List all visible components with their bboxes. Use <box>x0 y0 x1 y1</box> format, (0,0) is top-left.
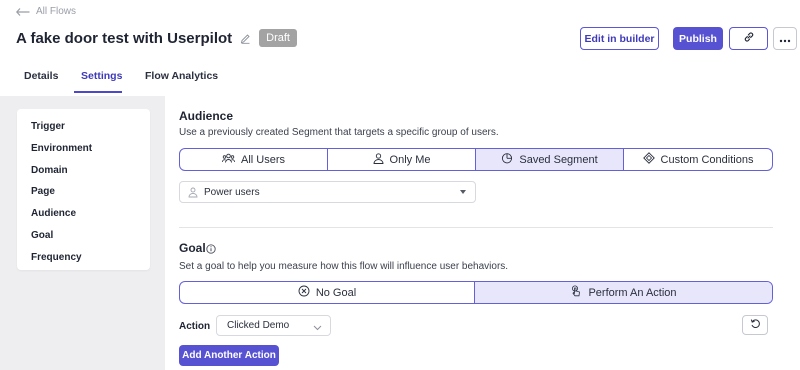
audience-heading: Audience <box>179 109 234 123</box>
goal-option-perform-action[interactable]: Perform An Action <box>475 282 772 303</box>
user-icon <box>188 187 198 201</box>
arrow-left-icon <box>16 7 30 16</box>
sidebar-item-trigger[interactable]: Trigger <box>31 121 65 132</box>
sidebar-item-environment[interactable]: Environment <box>31 143 92 154</box>
goal-selector: No Goal Perform An Action <box>179 281 773 304</box>
user-icon <box>373 152 384 167</box>
publish-button[interactable]: Publish <box>673 27 723 50</box>
diamond-icon <box>642 152 655 167</box>
goal-option-label: No Goal <box>315 286 357 299</box>
refresh-icon <box>750 318 761 332</box>
audience-selector: All Users Only Me Saved Segment Custom C… <box>179 148 773 171</box>
goal-option-no-goal[interactable]: No Goal <box>180 282 475 303</box>
title-row: A fake door test with Userpilot Draft <box>16 29 297 47</box>
tab-bar: Details Settings Flow Analytics <box>0 62 800 96</box>
settings-content: Trigger Environment Domain Page Audience… <box>0 96 800 370</box>
sidebar-item-audience[interactable]: Audience <box>31 208 76 219</box>
tab-settings[interactable]: Settings <box>81 70 122 82</box>
x-circle-icon <box>298 285 310 300</box>
info-icon[interactable] <box>206 243 216 257</box>
tab-flow-analytics[interactable]: Flow Analytics <box>145 70 218 82</box>
more-dots-icon <box>779 32 791 46</box>
audience-option-label: Only Me <box>389 153 431 166</box>
page-header: All Flows A fake door test with Userpilo… <box>0 0 800 96</box>
sidebar-item-goal[interactable]: Goal <box>31 230 53 241</box>
tab-details[interactable]: Details <box>24 70 58 82</box>
settings-sidebar: Trigger Environment Domain Page Audience… <box>17 109 150 270</box>
pencil-icon[interactable] <box>240 33 251 44</box>
chevron-down-icon <box>313 321 322 335</box>
action-label: Action <box>179 321 211 332</box>
audience-option-all-users[interactable]: All Users <box>180 149 328 170</box>
edit-in-builder-button[interactable]: Edit in builder <box>580 27 659 50</box>
status-badge: Draft <box>259 29 297 47</box>
add-another-action-button[interactable]: Add Another Action <box>179 345 279 366</box>
goal-option-label: Perform An Action <box>588 286 677 299</box>
back-link[interactable]: All Flows <box>16 6 76 17</box>
audience-option-saved-segment[interactable]: Saved Segment <box>476 149 624 170</box>
page-title: A fake door test with Userpilot <box>16 29 233 47</box>
pointer-icon <box>570 285 582 300</box>
action-select[interactable]: Clicked Demo <box>216 315 331 336</box>
segment-select-value: Power users <box>204 186 260 198</box>
section-divider <box>179 227 773 228</box>
active-tab-indicator <box>74 91 122 93</box>
copy-link-button[interactable] <box>729 27 768 50</box>
reset-action-button[interactable] <box>742 315 768 335</box>
action-select-value: Clicked Demo <box>227 320 290 331</box>
back-link-label: All Flows <box>36 6 77 17</box>
link-icon <box>743 31 755 46</box>
goal-heading: Goal <box>179 241 206 255</box>
more-options-button[interactable] <box>773 27 797 50</box>
settings-panel: Audience Use a previously created Segmen… <box>165 96 800 370</box>
audience-option-label: Custom Conditions <box>660 153 754 166</box>
audience-option-label: All Users <box>240 153 285 166</box>
segment-select[interactable]: Power users <box>179 181 476 203</box>
goal-description: Set a goal to help you measure how this … <box>179 261 509 272</box>
sidebar-item-frequency[interactable]: Frequency <box>31 252 82 263</box>
sidebar-item-domain[interactable]: Domain <box>31 165 68 176</box>
audience-description: Use a previously created Segment that ta… <box>179 127 499 138</box>
pie-chart-icon <box>501 152 513 167</box>
audience-option-custom-conditions[interactable]: Custom Conditions <box>624 149 772 170</box>
caret-down-icon <box>460 190 466 194</box>
audience-option-label: Saved Segment <box>519 153 598 166</box>
audience-option-only-me[interactable]: Only Me <box>328 149 476 170</box>
sidebar-item-page[interactable]: Page <box>31 186 55 197</box>
users-icon <box>222 153 235 167</box>
